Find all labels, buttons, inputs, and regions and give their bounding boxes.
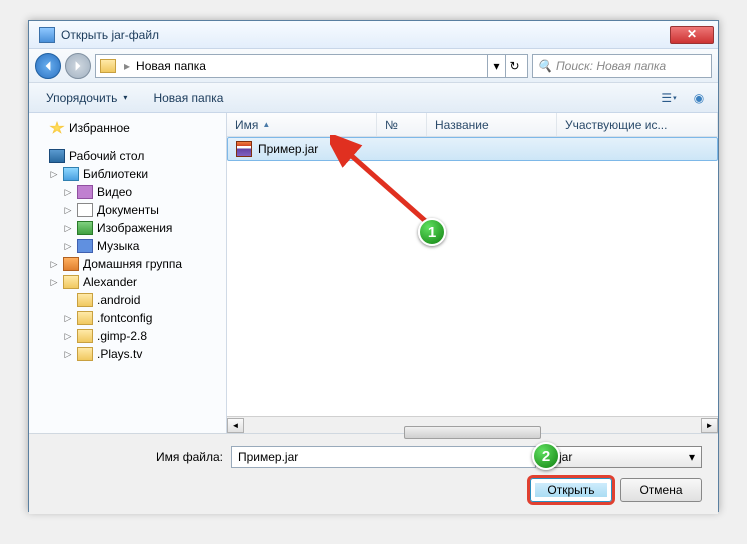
video-icon [77, 185, 93, 199]
tree-homegroup[interactable]: ▷Домашняя группа [31, 255, 224, 273]
help-button[interactable]: ◉ [688, 87, 710, 109]
file-pane: Имя▲ № Название Участвующие ис... Пример… [227, 113, 718, 433]
folder-icon [77, 329, 93, 343]
tree-videos[interactable]: ▷Видео [31, 183, 224, 201]
search-placeholder: Поиск: Новая папка [556, 59, 666, 73]
view-options-button[interactable]: ☰ [658, 87, 680, 109]
star-icon [49, 121, 65, 135]
scroll-thumb[interactable] [404, 426, 541, 439]
tree-folder-android[interactable]: .android [31, 291, 224, 309]
column-header: Имя▲ № Название Участвующие ис... [227, 113, 718, 137]
dialog-footer: Имя файла: *.jar ▾ Открыть Отмена [29, 433, 718, 514]
folder-icon [100, 59, 116, 73]
navigation-bar: ▸ Новая папка ▾ ↻ 🔍 Поиск: Новая папка [29, 49, 718, 83]
column-name[interactable]: Имя▲ [227, 113, 377, 136]
scroll-right-button[interactable]: ► [701, 418, 718, 433]
breadcrumb-item[interactable]: Новая папка [132, 59, 210, 73]
column-title[interactable]: Название [427, 113, 557, 136]
callout-2: 2 [532, 442, 560, 470]
tree-folder-gimp[interactable]: ▷.gimp-2.8 [31, 327, 224, 345]
filename-label: Имя файла: [149, 450, 223, 464]
refresh-button[interactable]: ↻ [505, 55, 523, 77]
breadcrumb-dropdown[interactable]: ▾ [487, 55, 505, 77]
music-icon [77, 239, 93, 253]
titlebar: Открыть jar-файл ✕ [29, 21, 718, 49]
open-button[interactable]: Открыть [530, 478, 612, 502]
folder-icon [77, 311, 93, 325]
tree-folder-plays[interactable]: ▷.Plays.tv [31, 345, 224, 363]
folder-icon [77, 347, 93, 361]
tree-user[interactable]: ▷Alexander [31, 273, 224, 291]
new-folder-button[interactable]: Новая папка [144, 87, 232, 109]
tree-pane[interactable]: Избранное Рабочий стол ▷Библиотеки ▷Виде… [29, 113, 227, 433]
tree-pictures[interactable]: ▷Изображения [31, 219, 224, 237]
file-list[interactable]: Пример.jar [227, 137, 718, 416]
folder-icon [77, 293, 93, 307]
sort-asc-icon: ▲ [262, 120, 270, 129]
file-item[interactable]: Пример.jar [227, 137, 718, 161]
forward-button[interactable] [65, 53, 91, 79]
cancel-button[interactable]: Отмена [620, 478, 702, 502]
tree-libraries[interactable]: ▷Библиотеки [31, 165, 224, 183]
close-button[interactable]: ✕ [670, 26, 714, 44]
column-artists[interactable]: Участвующие ис... [557, 113, 718, 136]
toolbar: Упорядочить Новая папка ☰ ◉ [29, 83, 718, 113]
scroll-left-button[interactable]: ◄ [227, 418, 244, 433]
file-name: Пример.jar [258, 142, 318, 156]
desktop-icon [49, 149, 65, 163]
open-file-dialog: Открыть jar-файл ✕ ▸ Новая папка ▾ ↻ 🔍 П… [28, 20, 719, 512]
file-type-filter[interactable]: *.jar ▾ [544, 446, 702, 468]
jar-file-icon [236, 141, 252, 157]
tree-documents[interactable]: ▷Документы [31, 201, 224, 219]
back-button[interactable] [35, 53, 61, 79]
tree-favorites[interactable]: Избранное [31, 119, 224, 137]
tree-desktop[interactable]: Рабочий стол [31, 147, 224, 165]
breadcrumb-sep: ▸ [122, 59, 132, 73]
horizontal-scrollbar[interactable]: ◄ ► [227, 416, 718, 433]
libraries-icon [63, 167, 79, 181]
tree-folder-fontconfig[interactable]: ▷.fontconfig [31, 309, 224, 327]
column-num[interactable]: № [377, 113, 427, 136]
address-bar[interactable]: ▸ Новая папка ▾ ↻ [95, 54, 528, 78]
pictures-icon [77, 221, 93, 235]
window-title: Открыть jar-файл [61, 28, 670, 42]
organize-button[interactable]: Упорядочить [37, 87, 136, 109]
filename-input[interactable] [231, 446, 536, 468]
homegroup-icon [63, 257, 79, 271]
app-icon [39, 27, 55, 43]
callout-1: 1 [418, 218, 446, 246]
document-icon [77, 203, 93, 217]
chevron-down-icon: ▾ [689, 450, 695, 464]
search-input[interactable]: 🔍 Поиск: Новая папка [532, 54, 712, 78]
search-icon: 🔍 [537, 59, 552, 73]
tree-music[interactable]: ▷Музыка [31, 237, 224, 255]
user-icon [63, 275, 79, 289]
